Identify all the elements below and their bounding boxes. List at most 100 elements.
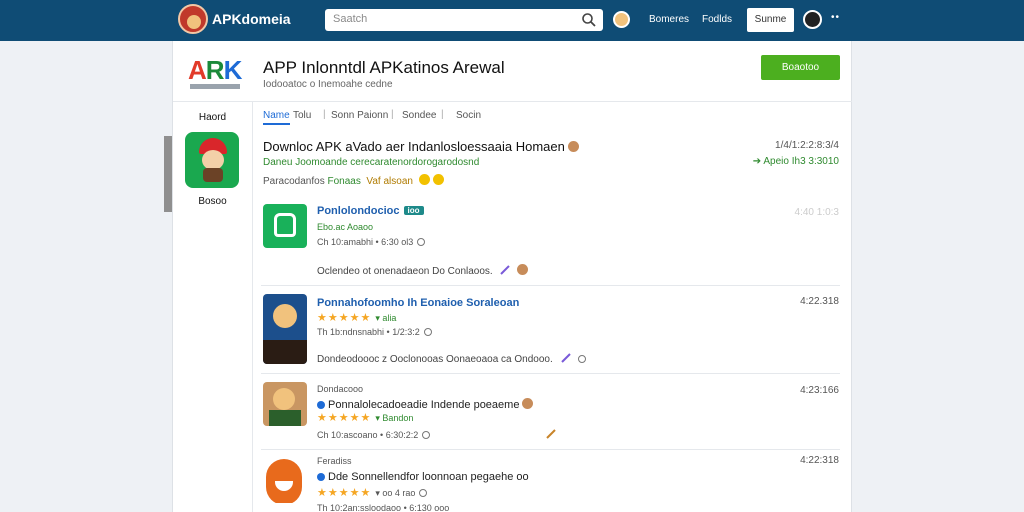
- signin-button[interactable]: Sunme: [747, 8, 794, 32]
- shirt-shape: [269, 410, 301, 426]
- rating-stars: ★★★★★: [317, 312, 372, 324]
- app-icon-1[interactable]: [263, 204, 307, 248]
- sidebar-label-bottom: Bosoo: [198, 196, 227, 207]
- tab-separator: |: [323, 109, 326, 120]
- search-placeholder: Saatch: [333, 13, 368, 25]
- face-shape: [202, 150, 224, 170]
- app-meta: Th 10:2an:ssloodaoo • 6:130 ooo: [317, 503, 450, 512]
- featured-version: ➔ Apeio Ih3 3:3010: [752, 156, 839, 167]
- logo-letter-k: K: [223, 55, 243, 85]
- sidebar-divider: [252, 101, 253, 512]
- smile-icon: [578, 355, 587, 363]
- app-icon-4[interactable]: [263, 459, 307, 503]
- tab-name[interactable]: Name: [263, 110, 290, 125]
- tab-separator: |: [391, 109, 394, 120]
- app-title[interactable]: Ponnalolecadoeadie Indende poeaeme: [317, 398, 534, 411]
- info-icon: [317, 401, 325, 409]
- emoji-icon: [517, 264, 529, 275]
- search-icon[interactable]: [581, 12, 597, 28]
- app-title[interactable]: Dde Sonnellendfor loonnoan pegaehe oo: [317, 471, 529, 483]
- brand-logo[interactable]: [178, 4, 208, 34]
- app-description: Dondeodoooc z Ooclonooas Oonaeoaoa ca On…: [317, 352, 587, 365]
- tab-tolu[interactable]: Tolu: [293, 110, 311, 121]
- app-date: 4:22.318: [800, 296, 839, 307]
- row-divider: [261, 373, 840, 374]
- app-category: Feradiss: [317, 456, 352, 466]
- featured-subtitle: Daneu Joomoande cerecaratenordorogarodos…: [263, 157, 480, 168]
- app-description: Oclendeo ot onenadaeon Do Conlaoos.: [317, 264, 529, 277]
- logo-underline: [190, 84, 240, 89]
- emoji-icon: [522, 398, 534, 409]
- tab-sondee[interactable]: Sondee: [402, 110, 436, 121]
- app-meta-text: Ch 10:amabhi • 6:30 ol3: [317, 237, 414, 247]
- download-button[interactable]: Boaotoo: [761, 55, 840, 80]
- meta-prefix: Paracodanfos: [263, 176, 325, 187]
- tab-separator: |: [441, 109, 444, 120]
- app-badge: ioo: [403, 206, 424, 215]
- tab-sonn-paionn[interactable]: Sonn Paionn: [331, 110, 388, 121]
- header-divider: [173, 101, 852, 102]
- featured-timestamp: 1/4/1:2:2:8:3/4: [775, 140, 839, 151]
- app-meta-text: Ch 10:ascoano • 6:30:2:2: [317, 430, 419, 440]
- nav-link-2[interactable]: Fodlds: [702, 14, 732, 25]
- app-meta: Th 1b:ndnsnabhi • 1/2:3:2: [317, 327, 432, 337]
- rating-stars: ★★★★★: [317, 412, 372, 424]
- info-dot-icon: [422, 431, 431, 439]
- more-menu-icon[interactable]: ••: [831, 12, 840, 23]
- edit-pen-icon[interactable]: [560, 352, 572, 364]
- app-rating: ★★★★★ ▾ alia: [317, 311, 396, 324]
- app-icon-2[interactable]: [263, 294, 307, 364]
- featured-title-text: Downloc APK aVado aer Indanlosloessaaia …: [263, 139, 565, 154]
- edit-pen-icon[interactable]: [499, 264, 511, 276]
- top-bar: APKdomeia Saatch Bomeres Fodlds Sunme ••: [0, 0, 1024, 41]
- app-icon-3[interactable]: [263, 382, 307, 426]
- meta-highlight-1: Fonaas: [327, 176, 361, 187]
- page-subtitle: Iodooatoc o Inemoahe cedne: [263, 79, 393, 90]
- featured-title[interactable]: Downloc APK aVado aer Indanlosloessaaia …: [263, 139, 579, 154]
- app-description-text: Dondeodoooc z Ooclonooas Oonaeoaoa ca On…: [317, 354, 553, 365]
- screenshot-strip: [263, 340, 307, 364]
- rating-label: ▾ oo 4 rao: [375, 488, 416, 498]
- body-shape: [203, 168, 223, 182]
- scrollbar-thumb[interactable]: [164, 136, 172, 212]
- edit-pen-icon[interactable]: [545, 428, 557, 440]
- content-card: ARK APP Inlonntdl APKatinos Arewal Iodoo…: [172, 41, 852, 512]
- user-avatar-icon[interactable]: [613, 11, 630, 28]
- rating-stars: ★★★★★: [317, 487, 372, 499]
- face-shape: [273, 304, 297, 328]
- rating-label: ▾ alia: [375, 313, 397, 323]
- app-title[interactable]: Ponlolondocioc ioo: [317, 205, 424, 217]
- face-shape: [273, 388, 295, 410]
- app-title-text: Ponnalolecadoeadie Indende poeaeme: [328, 399, 520, 411]
- profile-avatar-icon[interactable]: [803, 10, 822, 29]
- meta-highlight-2: Vaf alsoan: [366, 176, 413, 187]
- app-meta-text: Th 1b:ndnsnabhi • 1/2:3:2: [317, 327, 420, 337]
- app-title-text: Dde Sonnellendfor loonnoan pegaehe oo: [328, 471, 529, 483]
- search-input[interactable]: Saatch: [325, 9, 603, 31]
- nav-link-1[interactable]: Bomeres: [649, 14, 689, 25]
- logo-letter-r: R: [205, 55, 225, 85]
- sidebar-label-top: Haord: [198, 112, 227, 123]
- app-category: Dondacooo: [317, 384, 364, 394]
- app-title[interactable]: Ponnahofoomho Ih Eonaioe Soraleoan: [317, 297, 519, 309]
- ark-logo: ARK: [188, 55, 243, 86]
- app-meta: Ch 10:amabhi • 6:30 ol3: [317, 237, 426, 247]
- app-logo-shape: [274, 213, 296, 237]
- sidebar-app-icon[interactable]: [185, 132, 239, 188]
- info-dot-icon: [423, 328, 432, 336]
- row-divider: [261, 449, 840, 450]
- emoji-icon: [567, 141, 579, 152]
- logo-letter-a: A: [188, 55, 207, 85]
- rating-label: ▾ Bandon: [375, 413, 414, 423]
- info-icon: [317, 473, 325, 481]
- app-description-text: Oclendeo ot onenadaeon Do Conlaoos.: [317, 266, 493, 277]
- app-title-text: Ponlolondocioc: [317, 205, 400, 217]
- smile-emoji-icon: [418, 174, 430, 185]
- brand-name[interactable]: APKdomeia: [212, 11, 291, 27]
- info-dot-icon: [417, 238, 426, 246]
- app-rating: ★★★★★ ▾ oo 4 rao: [317, 486, 428, 499]
- app-date: 4:40 1:0:3: [794, 207, 839, 218]
- tab-socin[interactable]: Socin: [456, 110, 481, 121]
- app-meta: Ch 10:ascoano • 6:30:2:2: [317, 428, 557, 440]
- smile-emoji-icon: [432, 174, 444, 185]
